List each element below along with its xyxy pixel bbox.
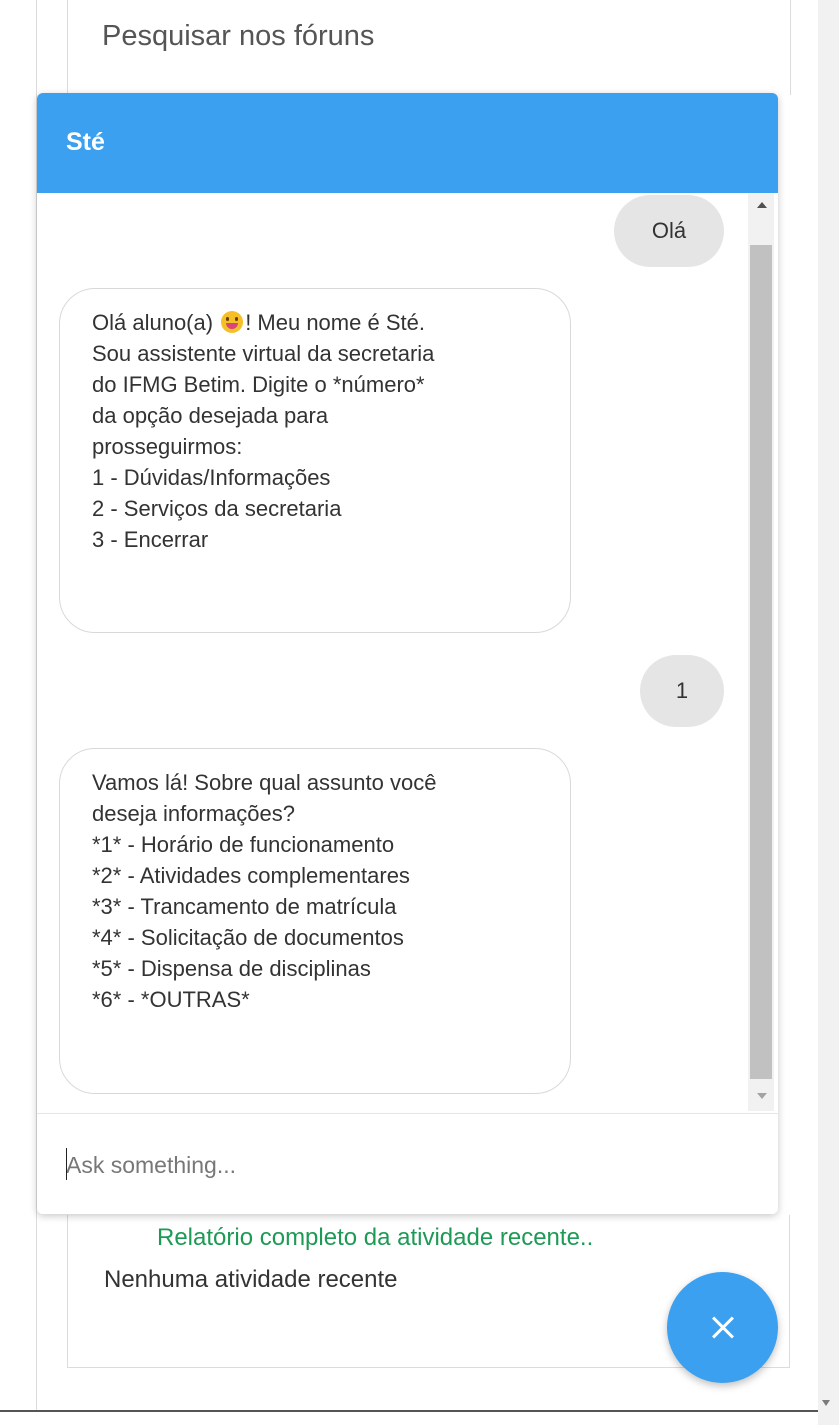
- chat-message-input[interactable]: [66, 1147, 746, 1183]
- bot-message: Olá aluno(a) ! Meu nome é Sté. Sou assis…: [59, 288, 571, 633]
- chat-messages[interactable]: Olá Olá aluno(a) ! Meu nome é Sté. Sou a…: [37, 193, 778, 1113]
- bot-message-text: Vamos lá! Sobre qual assunto você deseja…: [92, 770, 437, 1012]
- chat-input-area: [37, 1113, 778, 1214]
- grinning-face-with-tongue-emoji-icon: [221, 311, 244, 333]
- page-scrollbar[interactable]: [818, 0, 839, 1425]
- close-icon: [667, 1272, 778, 1383]
- user-message-text: Olá: [651, 218, 687, 243]
- user-message-text: 1: [675, 678, 689, 703]
- chat-scrollbar-thumb[interactable]: [750, 245, 772, 1079]
- chat-header: Sté: [37, 93, 778, 193]
- scroll-down-arrow-icon[interactable]: [757, 1093, 767, 1099]
- bot-message: Vamos lá! Sobre qual assunto você deseja…: [59, 748, 571, 1094]
- chat-scrollbar[interactable]: [748, 193, 774, 1111]
- text-caret: [66, 1148, 67, 1180]
- forum-search-label[interactable]: Pesquisar nos fóruns: [102, 20, 374, 53]
- bot-message-text: Olá aluno(a): [92, 310, 220, 335]
- user-message: Olá: [614, 195, 724, 267]
- chat-title: Sté: [66, 128, 105, 156]
- scroll-up-arrow-icon[interactable]: [757, 202, 767, 208]
- close-chat-button[interactable]: [667, 1272, 778, 1383]
- page-bottom-border: [0, 1410, 818, 1412]
- no-recent-activity-text: Nenhuma atividade recente: [104, 1266, 398, 1293]
- recent-activity-report-link[interactable]: Relatório completo da atividade recente.…: [157, 1224, 593, 1252]
- page-scroll-down-icon[interactable]: [822, 1400, 830, 1406]
- chat-window: Sté Olá Olá aluno(a) ! Meu nome é Sté. S…: [37, 93, 778, 1214]
- bot-message-text: ! Meu nome é Sté. Sou assistente virtual…: [92, 310, 435, 552]
- user-message: 1: [640, 655, 724, 727]
